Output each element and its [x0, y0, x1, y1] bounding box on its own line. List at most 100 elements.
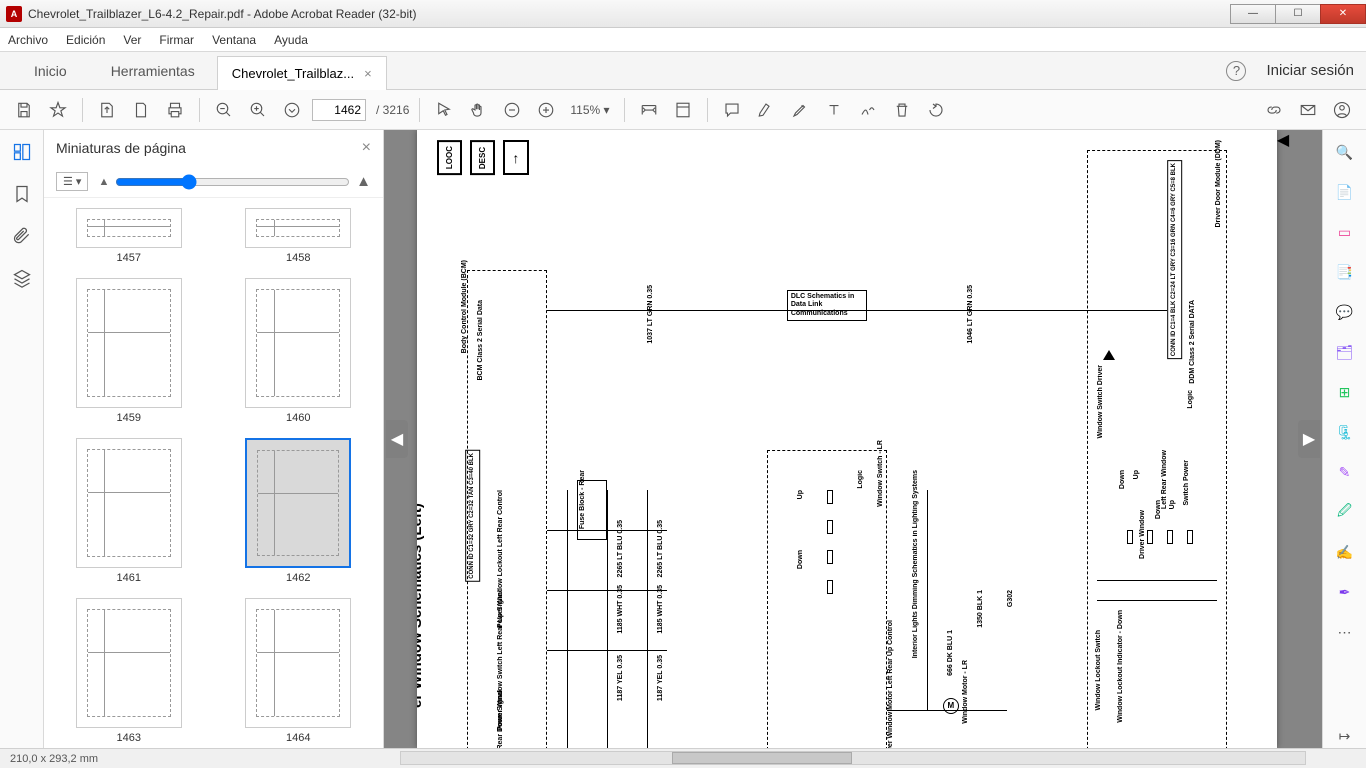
rotate-button[interactable]: [922, 96, 950, 124]
tab-inicio[interactable]: Inicio: [12, 53, 89, 89]
page-total: / 3216: [376, 103, 409, 117]
sign-button[interactable]: [854, 96, 882, 124]
draw-button[interactable]: [786, 96, 814, 124]
wire-1185b: 1185 WHT 0.35: [657, 585, 664, 634]
more-tools-icon[interactable]: ⋯: [1333, 620, 1357, 644]
comment-button[interactable]: [718, 96, 746, 124]
horizontal-scrollbar[interactable]: [400, 751, 1306, 765]
thumbnails-grid[interactable]: 1457 1458 1459 1460 1461 1462 1463 1464: [44, 198, 383, 748]
export-pdf-icon[interactable]: 📄: [1333, 180, 1357, 204]
prev-page-arrow[interactable]: ◀: [386, 420, 408, 458]
menu-edicion[interactable]: Edición: [66, 33, 105, 47]
wire-1185a: 1185 WHT 0.35: [617, 585, 624, 634]
thumb-1463[interactable]: [76, 598, 182, 728]
fit-width-button[interactable]: [635, 96, 663, 124]
page-input[interactable]: [312, 99, 366, 121]
left-rail: [0, 130, 44, 748]
menu-ventana[interactable]: Ventana: [212, 33, 256, 47]
delete-button[interactable]: [888, 96, 916, 124]
right-panel-expand[interactable]: ◀: [1277, 130, 1289, 748]
menu-archivo[interactable]: Archivo: [8, 33, 48, 47]
menu-firmar[interactable]: Firmar: [159, 33, 194, 47]
thumbnails-panel: Miniaturas de página × ☰ ▾ ▲ ▲ 1457 1458…: [44, 130, 384, 748]
signin-link[interactable]: Iniciar sesión: [1266, 62, 1354, 79]
thumbnails-rail-button[interactable]: [10, 140, 34, 164]
thumb-label: 1458: [286, 252, 310, 264]
print-button[interactable]: [161, 96, 189, 124]
star-button[interactable]: [44, 96, 72, 124]
schematic-loc-button[interactable]: LOOC: [437, 140, 462, 175]
schematic-desc-button[interactable]: DESC: [470, 140, 495, 175]
collapse-rail-icon[interactable]: ↦: [1333, 724, 1357, 748]
document-view[interactable]: ◀ ▶ LOOC DESC ↑ er Window Schematics (Le…: [384, 130, 1322, 748]
page-down-button[interactable]: [278, 96, 306, 124]
thumbnails-close-icon[interactable]: ×: [362, 139, 371, 157]
lockout-switch: Window Lockout Switch: [1095, 630, 1102, 710]
fit-page-button[interactable]: [669, 96, 697, 124]
thumb-1459[interactable]: [76, 278, 182, 408]
thumb-1460[interactable]: [245, 278, 351, 408]
save-button[interactable]: [10, 96, 38, 124]
conn-id-2: CONN ID C1=4 BLK C2=24 LT GRY C3=16 GRN …: [1167, 160, 1182, 359]
toolbar: / 3216 115% ▾: [0, 90, 1366, 130]
create-pdf-icon[interactable]: 📑: [1333, 260, 1357, 284]
sign-icon[interactable]: ✒: [1333, 580, 1357, 604]
search-tool-icon[interactable]: 🔍: [1333, 140, 1357, 164]
thumb-1464[interactable]: [245, 598, 351, 728]
organize-icon[interactable]: ⊞: [1333, 380, 1357, 404]
schematic-up-button[interactable]: ↑: [503, 140, 529, 175]
menu-ayuda[interactable]: Ayuda: [274, 33, 308, 47]
zoom-in-button[interactable]: [244, 96, 272, 124]
thumbnails-title: Miniaturas de página: [56, 140, 186, 156]
window-switch-driver: Window Switch Driver: [1097, 365, 1104, 438]
close-button[interactable]: ✕: [1320, 4, 1366, 24]
zoom-select[interactable]: 115% ▾: [566, 101, 613, 119]
comment-tool-icon[interactable]: 💬: [1333, 300, 1357, 324]
layers-rail-button[interactable]: [10, 266, 34, 290]
redact-icon[interactable]: ✎: [1333, 460, 1357, 484]
thumbnails-options[interactable]: ☰ ▾: [56, 172, 88, 191]
help-icon[interactable]: ?: [1226, 61, 1246, 81]
text-button[interactable]: [820, 96, 848, 124]
window-controls: — ☐ ✕: [1231, 4, 1366, 24]
thumb-1462[interactable]: [245, 438, 351, 568]
minimize-button[interactable]: —: [1230, 4, 1276, 24]
thumb-1458[interactable]: [245, 208, 351, 248]
highlight-button[interactable]: [752, 96, 780, 124]
compress-icon[interactable]: 🗜: [1333, 420, 1357, 444]
menu-ver[interactable]: Ver: [123, 33, 141, 47]
zoom-out-button[interactable]: [210, 96, 238, 124]
thumb-1457[interactable]: [76, 208, 182, 248]
next-page-arrow[interactable]: ▶: [1298, 420, 1320, 458]
maximize-button[interactable]: ☐: [1275, 4, 1321, 24]
edit-pdf-icon[interactable]: ▭: [1333, 220, 1357, 244]
tab-close-icon[interactable]: ×: [364, 66, 372, 81]
down-r2: Down: [1155, 500, 1162, 519]
wire-1350: 1350 BLK 1: [977, 590, 984, 628]
tab-document[interactable]: Chevrolet_Trailblaz... ×: [217, 56, 387, 90]
link-button[interactable]: [1260, 96, 1288, 124]
combine-icon[interactable]: 🗂: [1333, 340, 1357, 364]
page-dimensions: 210,0 x 293,2 mm: [10, 753, 98, 765]
thumb-1461[interactable]: [76, 438, 182, 568]
mail-button[interactable]: [1294, 96, 1322, 124]
zoom-out-2[interactable]: [498, 96, 526, 124]
large-thumb-icon: ▲: [356, 173, 371, 190]
logic-label-r: Logic: [1187, 390, 1194, 409]
fill-sign-icon[interactable]: ✍: [1333, 540, 1357, 564]
lockout-ind-down: Window Lockout Indicator - Down: [1117, 610, 1124, 723]
main-area: Miniaturas de página × ☰ ▾ ▲ ▲ 1457 1458…: [0, 130, 1366, 748]
file-button[interactable]: [127, 96, 155, 124]
zoom-in-2[interactable]: [532, 96, 560, 124]
protect-icon[interactable]: 🖉: [1333, 500, 1357, 524]
bookmarks-rail-button[interactable]: [10, 182, 34, 206]
export-button[interactable]: [93, 96, 121, 124]
thumbnail-size-slider[interactable]: [115, 174, 350, 190]
account-button[interactable]: [1328, 96, 1356, 124]
hand-tool[interactable]: [464, 96, 492, 124]
tab-herramientas[interactable]: Herramientas: [89, 53, 217, 89]
attachments-rail-button[interactable]: [10, 224, 34, 248]
ddm-sub: DDM Class 2 Serial DATA: [1189, 300, 1196, 384]
logic-label: Logic: [857, 470, 864, 489]
select-tool[interactable]: [430, 96, 458, 124]
